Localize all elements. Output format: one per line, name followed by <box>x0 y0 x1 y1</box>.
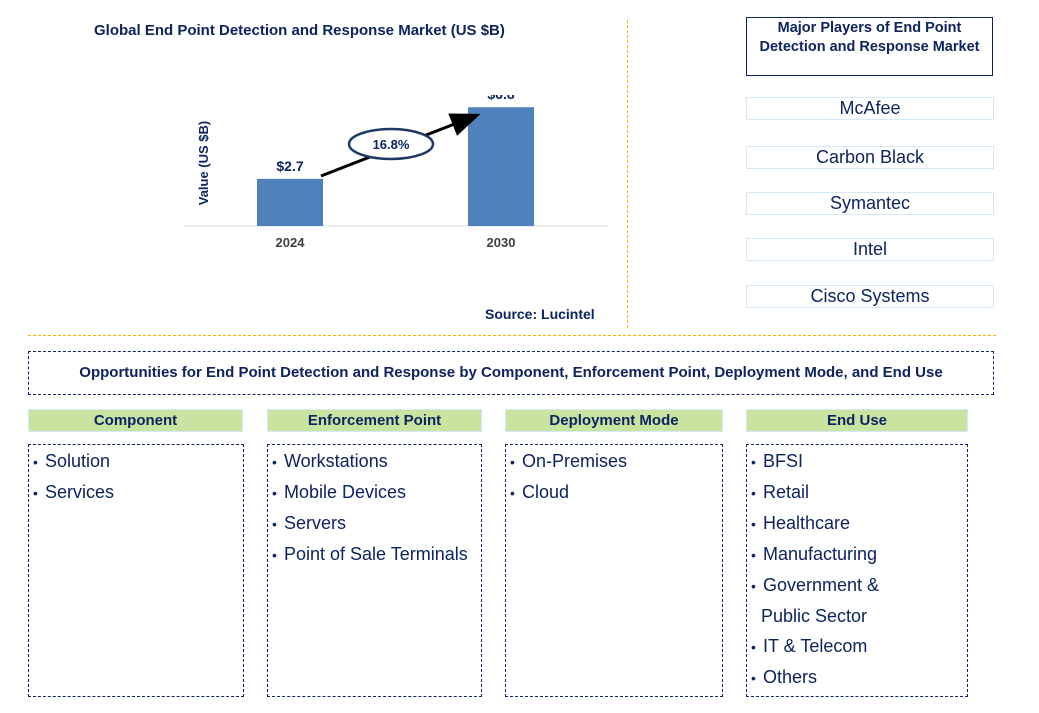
player-item: Cisco Systems <box>746 285 994 308</box>
opportunities-title: Opportunities for End Point Detection an… <box>28 351 994 395</box>
column-header-enforcement-point: Enforcement Point <box>267 409 482 432</box>
list-item-text: Services <box>45 482 115 502</box>
player-item: McAfee <box>746 97 994 120</box>
list-item: • Cloud <box>506 477 722 508</box>
list-item-text: Mobile Devices <box>284 482 407 502</box>
bullet-icon: • <box>751 547 756 563</box>
list-item: • Others <box>747 662 967 693</box>
data-label: $2.7 <box>276 158 303 174</box>
list-item: • IT & Telecom <box>747 631 967 662</box>
y-axis-label: Value (US $B) <box>196 121 211 206</box>
list-item-text: On-Premises <box>522 451 628 471</box>
bullet-icon: • <box>510 485 515 501</box>
list-item: • Point of Sale Terminals <box>268 539 481 570</box>
player-item: Carbon Black <box>746 146 994 169</box>
list-item: • Retail <box>747 477 967 508</box>
player-item: Symantec <box>746 192 994 215</box>
vertical-divider <box>627 20 628 328</box>
x-tick-label: 2024 <box>276 235 306 250</box>
bullet-icon: • <box>272 454 277 470</box>
list-item-text: Point of Sale Terminals <box>284 544 468 564</box>
component-list: • Solution • Services <box>28 444 244 697</box>
bullet-icon: • <box>751 639 756 655</box>
bullet-icon: • <box>272 547 277 563</box>
list-item: • Servers <box>268 508 481 539</box>
bullet-icon: • <box>510 454 515 470</box>
data-label: $6.8 <box>487 95 514 102</box>
list-item: • Healthcare <box>747 508 967 539</box>
bullet-icon: • <box>751 670 756 686</box>
list-item: • Services <box>29 477 243 508</box>
bullet-icon: • <box>751 578 756 594</box>
bullet-icon: • <box>751 485 756 501</box>
player-item: Intel <box>746 238 994 261</box>
list-item-text: Retail <box>763 482 810 502</box>
major-players-title: Major Players of End Point Detection and… <box>746 17 993 76</box>
list-item: • Workstations <box>268 446 481 477</box>
chart-title: Global End Point Detection and Response … <box>94 22 505 39</box>
column-header-component: Component <box>28 409 243 432</box>
list-item-text: Others <box>763 667 818 687</box>
list-item-text: Cloud <box>522 482 570 502</box>
horizontal-divider <box>28 335 996 336</box>
column-header-end-use: End Use <box>746 409 968 432</box>
list-item-text: Solution <box>45 451 111 471</box>
list-item-text: Public Sector <box>761 606 868 626</box>
bullet-icon: • <box>272 516 277 532</box>
bullet-icon: • <box>33 454 38 470</box>
bar-2024 <box>257 178 323 226</box>
column-header-deployment-mode: Deployment Mode <box>505 409 723 432</box>
deployment-mode-list: • On-Premises • Cloud <box>505 444 723 697</box>
end-use-list: • BFSI • Retail • Healthcare • Manufacturing • Go… <box>746 444 968 697</box>
list-item: • Manufacturing <box>747 539 967 570</box>
list-item-text: BFSI <box>763 451 804 471</box>
list-item: • BFSI <box>747 446 967 477</box>
list-item-text: Workstations <box>284 451 388 471</box>
x-tick-label: 2030 <box>487 235 516 250</box>
bullet-icon: • <box>33 485 38 501</box>
list-item: • Government & <box>747 570 967 601</box>
bullet-icon: • <box>751 454 756 470</box>
cagr-label: 16.8% <box>373 137 410 152</box>
list-item-text: Government & <box>763 575 880 595</box>
list-item: • On-Premises <box>506 446 722 477</box>
list-item-text: Servers <box>284 513 347 533</box>
list-item: Public Sector <box>747 601 967 631</box>
list-item: • Mobile Devices <box>268 477 481 508</box>
list-item: • Solution <box>29 446 243 477</box>
enforcement-point-list: • Workstations • Mobile Devices • Servers • Poi… <box>267 444 482 697</box>
list-item-text: IT & Telecom <box>763 636 868 656</box>
source-label: Source: Lucintel <box>485 306 595 322</box>
bar-2030 <box>468 107 534 226</box>
list-item-text: Healthcare <box>763 513 851 533</box>
bullet-icon: • <box>751 516 756 532</box>
list-item-text: Manufacturing <box>763 544 878 564</box>
bar-chart: Value (US $B) $2.7 2024 $6.8 2030 16.8% <box>184 95 608 250</box>
bullet-icon: • <box>272 485 277 501</box>
